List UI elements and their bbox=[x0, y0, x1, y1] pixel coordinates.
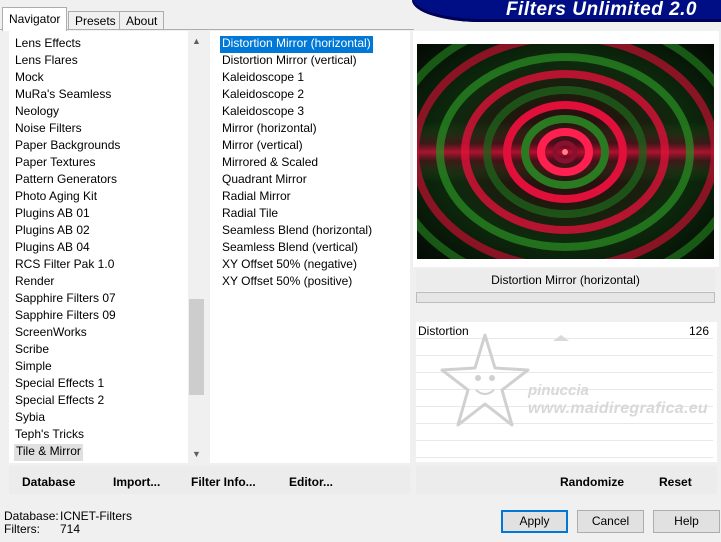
filter-item[interactable]: Kaleidoscope 1 bbox=[220, 70, 374, 87]
category-items: Lens Effects Lens Flares Mock MuRa's Seamle… bbox=[14, 36, 121, 463]
filter-item[interactable]: Mirror (horizontal) bbox=[220, 121, 374, 138]
reset-button[interactable]: Reset bbox=[659, 475, 692, 489]
randomize-button[interactable]: Randomize bbox=[560, 475, 624, 489]
category-item[interactable]: Toadies bbox=[14, 461, 121, 463]
category-item[interactable]: Paper Backgrounds bbox=[14, 138, 121, 155]
category-item[interactable]: Plugins AB 04 bbox=[14, 240, 121, 257]
filter-item[interactable]: Distortion Mirror (vertical) bbox=[220, 53, 374, 70]
preview-image bbox=[417, 44, 714, 259]
category-item[interactable]: Noise Filters bbox=[14, 121, 121, 138]
filter-info-button[interactable]: Filter Info... bbox=[191, 475, 256, 489]
preview-filter-name: Distortion Mirror (horizontal) bbox=[416, 269, 715, 291]
param-label: Distortion bbox=[418, 324, 469, 338]
category-item[interactable]: MuRa's Seamless bbox=[14, 87, 121, 104]
param-empty-row bbox=[416, 390, 713, 407]
tab-navigator[interactable]: Navigator bbox=[2, 7, 68, 31]
param-empty-row bbox=[416, 373, 713, 390]
scrollbar-thumb[interactable] bbox=[189, 299, 204, 395]
filter-item[interactable]: Distortion Mirror (horizontal) bbox=[219, 35, 374, 54]
import-button[interactable]: Import... bbox=[113, 475, 160, 489]
category-item[interactable]: Scribe bbox=[14, 342, 121, 359]
parameter-panel: Distortion 126 bbox=[416, 322, 717, 462]
category-item[interactable]: Special Effects 2 bbox=[14, 393, 121, 410]
param-button-bar: Randomize Reset bbox=[416, 466, 717, 494]
param-empty-row bbox=[416, 424, 713, 441]
category-item[interactable]: ScreenWorks bbox=[14, 325, 121, 342]
category-item[interactable]: Plugins AB 02 bbox=[14, 223, 121, 240]
filters-label: Filters: bbox=[4, 522, 40, 536]
category-item[interactable]: Sybia bbox=[14, 410, 121, 427]
app-banner: Filters Unlimited 2.0 bbox=[412, 0, 721, 22]
tab-presets[interactable]: Presets bbox=[68, 11, 123, 30]
filter-item[interactable]: Radial Tile bbox=[220, 206, 374, 223]
chevron-down-icon[interactable]: ▼ bbox=[188, 446, 205, 463]
category-item[interactable]: Photo Aging Kit bbox=[14, 189, 121, 206]
filter-item[interactable]: Mirrored & Scaled bbox=[220, 155, 374, 172]
database-value: ICNET-Filters bbox=[60, 509, 132, 523]
filter-item[interactable]: Quadrant Mirror bbox=[220, 172, 374, 189]
filter-item[interactable]: Seamless Blend (vertical) bbox=[220, 240, 374, 257]
filter-item[interactable]: Kaleidoscope 3 bbox=[220, 104, 374, 121]
filter-list[interactable]: Distortion Mirror (horizontal) Distortion… bbox=[210, 31, 410, 463]
category-item[interactable]: Plugins AB 01 bbox=[14, 206, 121, 223]
editor-button[interactable]: Editor... bbox=[289, 475, 333, 489]
filter-item[interactable]: XY Offset 50% (positive) bbox=[220, 274, 374, 291]
category-item[interactable]: RCS Filter Pak 1.0 bbox=[14, 257, 121, 274]
category-item[interactable]: Sapphire Filters 07 bbox=[14, 291, 121, 308]
filters-count: 714 bbox=[60, 522, 81, 536]
filter-item[interactable]: XY Offset 50% (negative) bbox=[220, 257, 374, 274]
preview-art bbox=[417, 44, 714, 259]
preview-frame bbox=[413, 31, 719, 267]
param-empty-row bbox=[416, 356, 713, 373]
filter-item[interactable]: Seamless Blend (horizontal) bbox=[220, 223, 374, 240]
category-item[interactable]: Render bbox=[14, 274, 121, 291]
category-item[interactable]: Special Effects 1 bbox=[14, 376, 121, 393]
param-empty-row bbox=[416, 441, 713, 458]
category-scrollbar[interactable]: ▲ ▼ bbox=[188, 31, 205, 463]
param-value: 126 bbox=[688, 324, 709, 338]
category-item[interactable]: Mock bbox=[14, 70, 121, 87]
category-item[interactable]: Simple bbox=[14, 359, 121, 376]
tab-about[interactable]: About bbox=[119, 11, 165, 30]
filter-items: Distortion Mirror (horizontal) Distortion… bbox=[219, 35, 374, 291]
param-empty-row bbox=[416, 407, 713, 424]
help-button[interactable]: Help bbox=[653, 510, 720, 533]
category-list[interactable]: Lens Effects Lens Flares Mock MuRa's Seamle… bbox=[9, 31, 205, 463]
tool-button-bar: Database Import... Filter Info... Editor… bbox=[9, 466, 410, 494]
category-item[interactable]: Teph's Tricks bbox=[14, 427, 121, 444]
category-item[interactable]: Lens Flares bbox=[14, 53, 121, 70]
tab-strip: Navigator Presets About bbox=[0, 0, 430, 31]
filter-item[interactable]: Kaleidoscope 2 bbox=[220, 87, 374, 104]
filter-item[interactable]: Radial Mirror bbox=[220, 189, 374, 206]
param-slider-row[interactable]: Distortion 126 bbox=[416, 322, 713, 341]
cancel-button[interactable]: Cancel bbox=[577, 510, 644, 533]
category-item[interactable]: Paper Textures bbox=[14, 155, 121, 172]
chevron-up-icon[interactable]: ▲ bbox=[188, 33, 205, 50]
apply-button[interactable]: Apply bbox=[501, 510, 568, 533]
param-empty-row bbox=[416, 339, 713, 356]
progress-bar bbox=[416, 292, 715, 303]
status-area: Database:ICNET-Filters Filters: 714 bbox=[4, 510, 132, 536]
category-item[interactable]: Pattern Generators bbox=[14, 172, 121, 189]
filter-item[interactable]: Mirror (vertical) bbox=[220, 138, 374, 155]
category-item[interactable]: Neology bbox=[14, 104, 121, 121]
category-item[interactable]: Lens Effects bbox=[14, 36, 121, 53]
category-item[interactable]: Sapphire Filters 09 bbox=[14, 308, 121, 325]
database-button[interactable]: Database bbox=[22, 475, 75, 489]
category-item[interactable]: Tile & Mirror bbox=[14, 444, 83, 461]
